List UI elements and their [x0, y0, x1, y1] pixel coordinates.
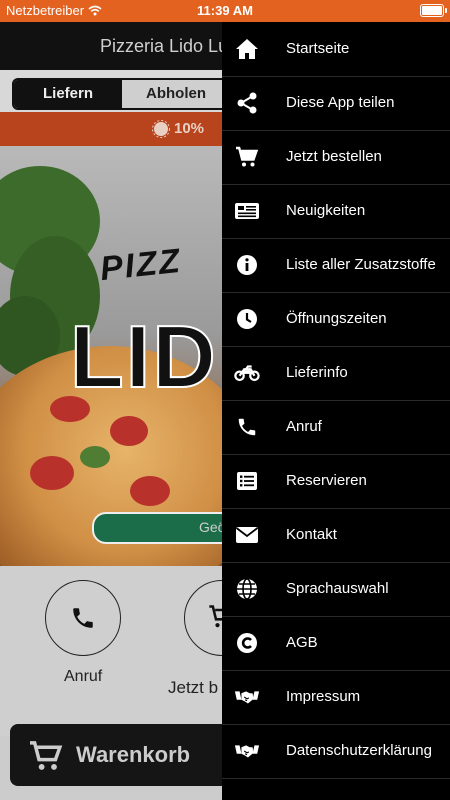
menu-item-order[interactable]: Jetzt bestellen [222, 130, 450, 185]
menu-item-label: Neuigkeiten [286, 202, 366, 219]
menu-item-label: Reservieren [286, 472, 367, 489]
menu-item-label: Impressum [286, 688, 361, 705]
menu-item-label: Liste aller Zusatzstoffe [286, 256, 436, 273]
menu-item-label: Lieferinfo [286, 364, 348, 381]
globe-icon [234, 577, 260, 601]
menu-item-label: Jetzt bestellen [286, 148, 382, 165]
menu-item-delivery-info[interactable]: Lieferinfo [222, 346, 450, 401]
badge-icon [152, 120, 170, 138]
menu-item-share[interactable]: Diese App teilen [222, 76, 450, 131]
share-icon [234, 91, 260, 115]
quick-order-label: Jetzt b [168, 678, 219, 697]
status-time: 11:39 AM [197, 3, 253, 18]
cart-label: Warenkorb [76, 742, 191, 767]
list-icon [234, 469, 260, 493]
navigation-drawer: Startseite Diese App teilen Jetzt bestel… [222, 22, 450, 800]
menu-item-additives[interactable]: Liste aller Zusatzstoffe [222, 238, 450, 293]
menu-item-imprint[interactable]: Impressum [222, 670, 450, 725]
home-icon [234, 37, 260, 61]
menu-item-label: AGB [286, 634, 318, 651]
menu-item-opening-hours[interactable]: Öffnungszeiten [222, 292, 450, 347]
phone-icon [234, 415, 260, 439]
menu-item-label: Öffnungszeiten [286, 310, 387, 327]
menu-item-label: Kontakt [286, 526, 337, 543]
info-icon [234, 253, 260, 277]
logo-big-text: LID [69, 306, 218, 407]
status-bar: Netzbetreiber 11:39 AM [0, 0, 450, 22]
quick-call-label: Anruf [64, 668, 103, 685]
cart-icon [234, 145, 260, 169]
quick-call-button[interactable] [45, 580, 121, 656]
menu-item-contact[interactable]: Kontakt [222, 508, 450, 563]
menu-item-terms[interactable]: AGB [222, 616, 450, 671]
handshake-icon [234, 739, 260, 763]
menu-item-label: Startseite [286, 40, 350, 57]
envelope-icon [234, 523, 260, 547]
segment-pickup[interactable]: Abholen [122, 80, 230, 108]
news-icon [234, 199, 260, 223]
app-title: Pizzeria Lido Lu [100, 36, 229, 56]
phone-icon [73, 608, 93, 628]
promo-text: 10% [174, 120, 205, 137]
menu-item-label: Anruf [286, 418, 322, 435]
motorcycle-icon [234, 361, 260, 385]
menu-item-label: Datenschutzerklärung [286, 742, 432, 759]
menu-item-call[interactable]: Anruf [222, 400, 450, 455]
battery-icon [420, 4, 447, 17]
logo-small-text: PIZZ [98, 241, 184, 289]
menu-item-label: Diese App teilen [286, 94, 395, 111]
menu-item-language[interactable]: Sprachauswahl [222, 562, 450, 617]
menu-item-reserve[interactable]: Reservieren [222, 454, 450, 509]
segment-delivery[interactable]: Liefern [14, 80, 122, 108]
cart-icon [30, 741, 63, 770]
menu-item-news[interactable]: Neuigkeiten [222, 184, 450, 239]
clock-icon [234, 307, 260, 331]
menu-item-privacy[interactable]: Datenschutzerklärung [222, 724, 450, 779]
menu-item-label: Sprachauswahl [286, 580, 389, 597]
handshake-icon [234, 685, 260, 709]
menu-item-startseite[interactable]: Startseite [222, 22, 450, 77]
copyright-icon [234, 631, 260, 655]
